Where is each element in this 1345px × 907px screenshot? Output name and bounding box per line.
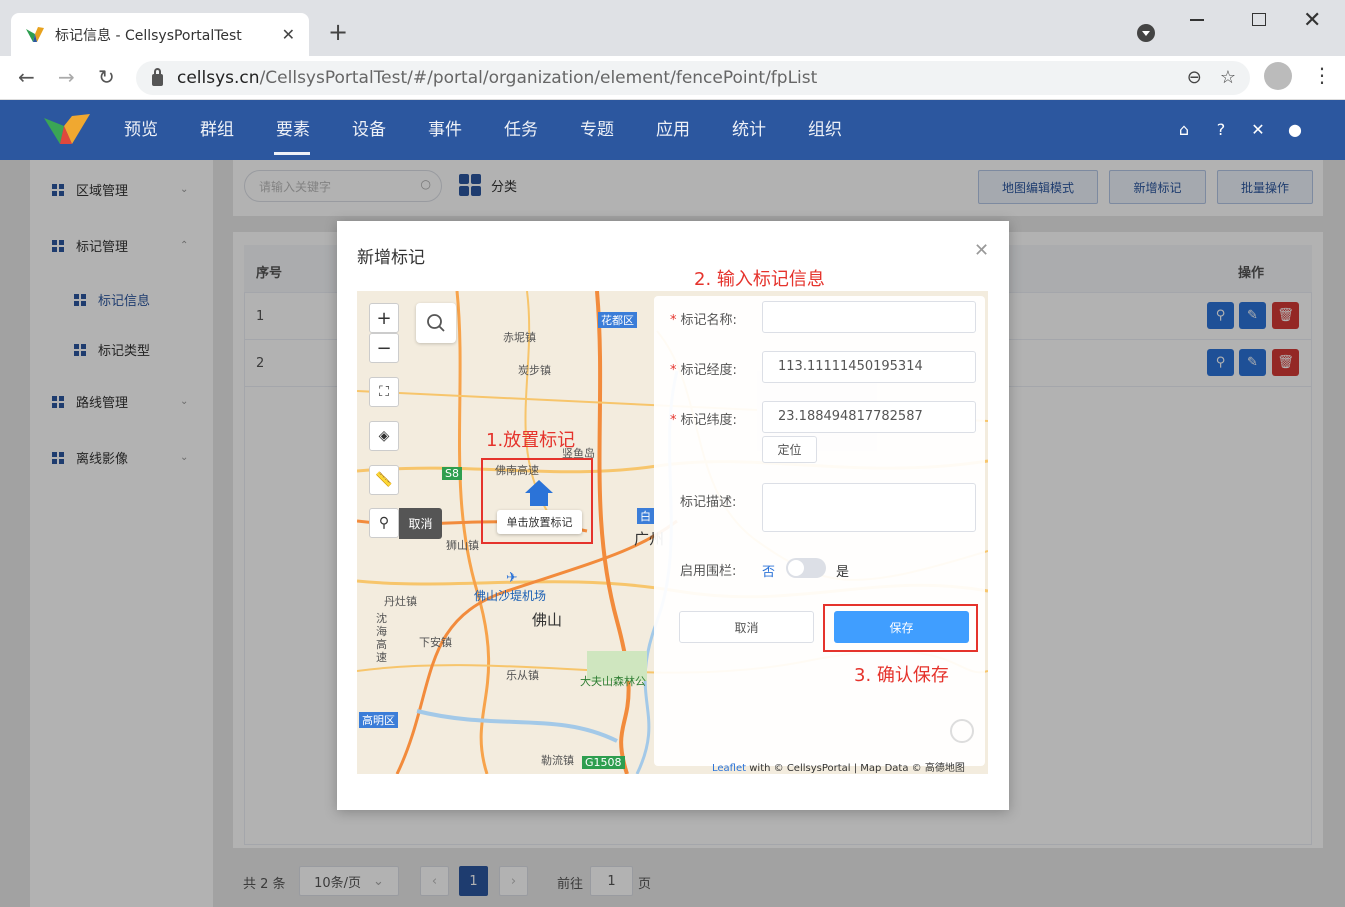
nav-events[interactable]: 事件: [407, 100, 483, 160]
locate-me-icon[interactable]: [950, 719, 974, 743]
app-favicon-icon: [26, 26, 44, 42]
app-logo-icon: [44, 114, 90, 144]
required-asterisk: *: [670, 363, 677, 378]
nav-org[interactable]: 组织: [787, 100, 863, 160]
attribution-text: with © CellsysPortal | Map Data © 高德地图: [746, 763, 965, 774]
url-path: /CellsysPortalTest/#/portal/organization…: [259, 68, 818, 88]
annotation-step2: 2. 输入标记信息: [694, 269, 825, 290]
map-label-lecong: 乐从镇: [506, 669, 539, 682]
fence-toggle[interactable]: [786, 558, 826, 578]
browser-menu-icon[interactable]: ⋮: [1312, 63, 1332, 87]
zoom-out-button[interactable]: −: [369, 333, 399, 363]
marker-name-input[interactable]: [762, 301, 976, 333]
nav-apps[interactable]: 应用: [635, 100, 711, 160]
fence-on-label: 是: [836, 565, 850, 580]
map-badge-gaoming: 高明区: [359, 712, 398, 728]
map-label-shishan: 狮山镇: [446, 539, 479, 552]
tab-search-icon[interactable]: [1137, 24, 1155, 42]
map-badge-baiyun: 白: [637, 508, 654, 524]
map-label-xiaqiao: 下安镇: [419, 636, 452, 649]
nav-stats[interactable]: 统计: [711, 100, 787, 160]
place-marker-tooltip: 单击放置标记: [497, 510, 582, 534]
lock-icon: [152, 67, 163, 86]
browser-tab[interactable]: 标记信息 - CellsysPortalTest ✕: [11, 13, 309, 56]
marker-description-textarea[interactable]: [762, 483, 976, 532]
user-icon[interactable]: ●: [1283, 118, 1307, 142]
map-search-icon[interactable]: [416, 303, 456, 343]
map-label-liuchong: 勒流镇: [541, 754, 574, 767]
fullscreen-icon[interactable]: ⛶: [369, 377, 399, 407]
ruler-icon[interactable]: 📏: [369, 465, 399, 495]
map-label-airport: 佛山沙堤机场: [474, 589, 547, 603]
layers-icon[interactable]: ◈: [369, 421, 399, 451]
dialog-title: 新增标记: [357, 248, 425, 268]
nav-preview[interactable]: 预览: [103, 100, 179, 160]
tab-close-icon[interactable]: ✕: [282, 25, 295, 44]
locate-button[interactable]: 定位: [762, 436, 817, 463]
map-badge-huadu: 花都区: [598, 312, 637, 328]
nav-tasks[interactable]: 任务: [483, 100, 559, 160]
marker-latitude-input[interactable]: 23.188494817782587: [762, 401, 976, 433]
required-asterisk: *: [670, 313, 677, 328]
map-badge-s8: S8: [442, 467, 462, 480]
marker-longitude-input[interactable]: 113.11111450195314: [762, 351, 976, 383]
window-minimize-icon[interactable]: [1190, 19, 1204, 21]
airport-icon: ✈: [506, 570, 518, 586]
map-cancel-button[interactable]: 取消: [399, 508, 442, 539]
fence-label: 启用围栏:: [680, 564, 737, 579]
name-label: * 标记名称:: [670, 309, 737, 328]
required-asterisk: *: [670, 413, 677, 428]
annotation-step3: 3. 确认保存: [854, 665, 949, 686]
dialog-close-icon[interactable]: ✕: [974, 240, 989, 261]
map-label-dafushan: 大夫山森林公: [580, 675, 646, 688]
header-icons: ⌂ ? ✕ ●: [1172, 118, 1307, 142]
zoom-in-button[interactable]: +: [369, 303, 399, 333]
desc-label: 标记描述:: [680, 495, 737, 510]
browser-tabstrip: 标记信息 - CellsysPortalTest ✕ + ✕: [0, 0, 1345, 56]
url-host: cellsys.cn: [177, 68, 260, 88]
bookmark-star-icon[interactable]: ☆: [1220, 67, 1236, 88]
nav-topics[interactable]: 专题: [559, 100, 635, 160]
marker-tool-icon[interactable]: ⚲: [369, 508, 399, 538]
lng-label-text: 标记经度:: [680, 363, 737, 378]
save-button[interactable]: 保存: [834, 611, 969, 643]
browser-toolbar: ← → ↻ cellsys.cn/CellsysPortalTest/#/por…: [0, 56, 1345, 100]
help-icon[interactable]: ?: [1209, 118, 1233, 142]
map-label-tanbu: 炭步镇: [518, 364, 551, 377]
map-attribution: Leaflet with © CellsysPortal | Map Data …: [712, 759, 965, 774]
home-icon[interactable]: ⌂: [1172, 118, 1196, 142]
nav-devices[interactable]: 设备: [331, 100, 407, 160]
tools-icon[interactable]: ✕: [1246, 118, 1270, 142]
map-label-highway: 沈海高速: [376, 612, 387, 664]
cancel-button[interactable]: 取消: [679, 611, 814, 643]
tab-title: 标记信息 - CellsysPortalTest: [55, 27, 242, 44]
nav-groups[interactable]: 群组: [179, 100, 255, 160]
map-label-chini: 赤坭镇: [503, 331, 536, 344]
map-label-danzao: 丹灶镇: [384, 595, 417, 608]
annotation-step1: 1.放置标记: [486, 430, 576, 451]
main-nav: 预览 群组 要素 设备 事件 任务 专题 应用 统计 组织: [103, 100, 863, 160]
nav-elements[interactable]: 要素: [255, 100, 331, 160]
zoom-icon[interactable]: ⊖: [1187, 67, 1202, 88]
leaflet-link[interactable]: Leaflet: [712, 763, 746, 774]
reload-icon[interactable]: ↻: [98, 65, 115, 89]
forward-arrow-icon[interactable]: →: [58, 65, 75, 89]
window-maximize-icon[interactable]: [1252, 13, 1266, 26]
name-label-text: 标记名称:: [680, 313, 737, 328]
lat-label-text: 标记纬度:: [680, 413, 737, 428]
back-arrow-icon[interactable]: ←: [18, 65, 35, 89]
home-marker-icon: [525, 480, 553, 506]
new-tab-icon[interactable]: +: [328, 18, 348, 46]
fence-off-label: 否: [762, 565, 776, 580]
map-badge-g1508: G1508: [582, 756, 625, 769]
lat-label: * 标记纬度:: [670, 409, 737, 428]
profile-avatar[interactable]: [1264, 62, 1292, 90]
address-bar[interactable]: cellsys.cn/CellsysPortalTest/#/portal/or…: [136, 61, 1250, 95]
window-close-icon[interactable]: ✕: [1303, 8, 1321, 33]
lng-label: * 标记经度:: [670, 359, 737, 378]
map-label-foshan: 佛山: [532, 611, 563, 629]
